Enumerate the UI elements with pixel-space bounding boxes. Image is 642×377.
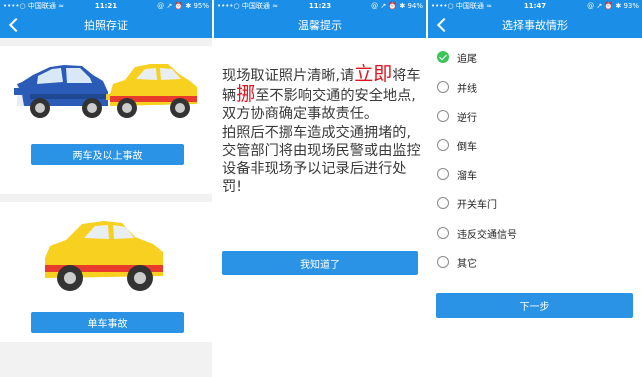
status-bar: ••••○ 中国联通 ≈ 11:23 @ ↗ ⏰ ✱ 94% (214, 0, 426, 12)
option-label: 逆行 (457, 112, 477, 124)
back-arrow-icon[interactable] (6, 15, 24, 35)
single-car-illustration (45, 221, 163, 291)
warning-text-part: 拍照后不挪车造成交通拥堵的,交管部门将由现场民警或由监控设备非现场予以记录后进行… (222, 124, 421, 196)
next-step-button[interactable]: 下一步 (436, 293, 633, 318)
radio-icon (437, 81, 449, 93)
warning-highlight: 立即 (354, 63, 393, 85)
accident-option[interactable]: 追尾 (428, 42, 642, 72)
option-label: 溜车 (457, 170, 477, 182)
multi-car-card[interactable]: 两车及以上事故 (0, 46, 212, 194)
nav-bar: 温馨提示 (214, 12, 426, 38)
two-cars-illustration (14, 64, 197, 118)
accident-option[interactable]: 并线 (428, 72, 642, 102)
status-bar: ••••○ 中国联通 ≈ 11:47 @ ↗ ⏰ ✱ 93% (428, 0, 642, 12)
option-label: 违反交通信号 (457, 229, 517, 241)
radio-icon (437, 197, 449, 209)
accident-option[interactable]: 其它 (428, 247, 642, 277)
accident-option[interactable]: 逆行 (428, 101, 642, 131)
radio-icon (437, 110, 449, 122)
nav-bar: 拍照存证 (0, 12, 212, 38)
screen-select-accident-type: ••••○ 中国联通 ≈ 11:47 @ ↗ ⏰ ✱ 93% 选择事故情形 追尾… (428, 0, 642, 377)
multi-car-accident-button[interactable]: 两车及以上事故 (31, 144, 184, 165)
nav-bar: 选择事故情形 (428, 12, 642, 38)
option-label: 并线 (457, 83, 477, 95)
screen-warm-tips: ••••○ 中国联通 ≈ 11:23 @ ↗ ⏰ ✱ 94% 温馨提示 现场取证… (214, 0, 426, 377)
warning-text-part: 现场取证照片清晰,请 (222, 68, 355, 84)
single-car-card[interactable]: 单车事故 (0, 202, 212, 342)
accident-option[interactable]: 违反交通信号 (428, 218, 642, 248)
radio-icon (437, 168, 449, 180)
warning-text: 现场取证照片清晰,请立即将车辆挪至不影响交通的安全地点,双方协商确定事故责任。拍… (222, 65, 422, 196)
option-label: 倒车 (457, 141, 477, 153)
radio-icon (437, 139, 449, 151)
accident-option[interactable]: 倒车 (428, 130, 642, 160)
got-it-button[interactable]: 我知道了 (222, 251, 418, 275)
page-title: 温馨提示 (298, 19, 342, 32)
warning-highlight: 挪 (236, 83, 256, 106)
single-car-accident-button[interactable]: 单车事故 (31, 312, 184, 333)
page-title: 选择事故情形 (502, 19, 568, 32)
status-bar: ••••○ 中国联通 ≈ 11:21 @ ↗ ⏰ ✱ 95% (0, 0, 212, 12)
accident-option[interactable]: 开关车门 (428, 188, 642, 218)
screen-photo-evidence: ••••○ 中国联通 ≈ 11:21 @ ↗ ⏰ ✱ 95% 拍照存证 两车及以… (0, 0, 212, 377)
radio-icon (437, 256, 449, 268)
page-title: 拍照存证 (84, 19, 128, 32)
option-label: 开关车门 (457, 199, 497, 211)
option-label: 其它 (457, 258, 477, 270)
option-label: 追尾 (457, 53, 477, 65)
status-time: 11:21 (94, 2, 118, 10)
radio-icon (437, 227, 449, 239)
radio-checked-icon (437, 51, 449, 63)
accident-option[interactable]: 溜车 (428, 159, 642, 189)
status-time: 11:47 (523, 2, 547, 10)
status-time: 11:23 (308, 2, 332, 10)
back-arrow-icon[interactable] (434, 15, 452, 35)
